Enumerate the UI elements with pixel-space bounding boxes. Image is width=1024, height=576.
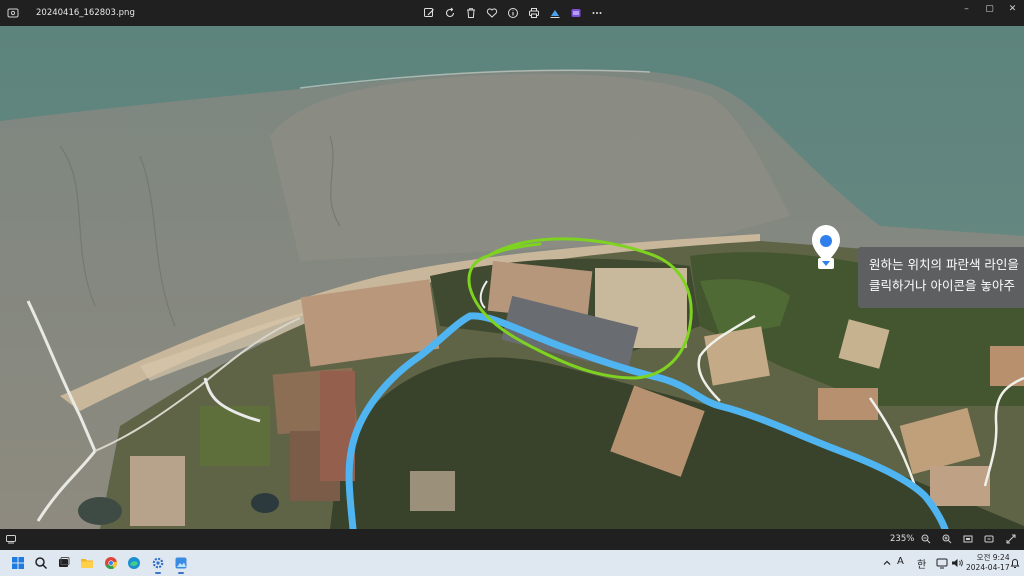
volume-icon[interactable] [948,554,966,572]
filmstrip-icon[interactable] [6,534,16,544]
photos-icon[interactable] [172,554,190,574]
start-icon[interactable] [9,554,27,572]
window-controls: – ▢ ✕ [955,0,1024,18]
file-explorer-icon[interactable] [78,554,96,572]
windows-taskbar: A 한 오전 9:24 2024-04-17 [0,550,1024,576]
clock-time: 오전 9:24 [976,553,1010,562]
close-button[interactable]: ✕ [1001,0,1024,18]
map-hint-tooltip: 원하는 위치의 파란색 라인을 클릭하거나 아이콘을 놓아주 [858,247,1024,308]
photos-app-icon [7,8,19,18]
search-icon[interactable] [32,554,50,572]
clock-date: 2024-04-17 [966,563,1010,572]
tooltip-line-2: 클릭하거나 아이콘을 놓아주 [869,278,1015,293]
input-mode-korean[interactable]: 한 [917,556,926,571]
photos-app-window: 20240416_162803.png – ▢ ✕ 원하는 위치의 파란색 라인… [0,0,1024,576]
fit-to-window-icon[interactable] [962,533,974,545]
rotate-icon[interactable] [439,4,460,22]
full-screen-icon[interactable] [1005,533,1017,545]
actual-size-icon[interactable] [983,533,995,545]
print-icon[interactable] [523,4,544,22]
edit-image-icon[interactable] [418,4,439,22]
tooltip-line-1: 원하는 위치의 파란색 라인을 [869,257,1019,272]
delete-icon[interactable] [460,4,481,22]
settings-icon[interactable] [149,554,167,574]
chevron-up-icon[interactable] [878,554,896,572]
chrome-icon[interactable] [102,554,120,572]
file-name: 20240416_162803.png [36,8,135,18]
zoom-out-icon[interactable] [920,533,932,545]
zoom-level[interactable]: 235% [890,534,914,544]
info-icon[interactable] [502,4,523,22]
status-bar: 235% [0,529,1024,550]
clipchamp-icon[interactable] [565,4,586,22]
favorite-icon[interactable] [481,4,502,22]
edge-icon[interactable] [125,554,143,572]
title-bar: 20240416_162803.png – ▢ ✕ [0,0,1024,26]
erase-icon[interactable] [544,4,565,22]
zoom-in-icon[interactable] [941,533,953,545]
notification-bell-icon[interactable] [1006,554,1024,572]
image-canvas[interactable]: 원하는 위치의 파란색 라인을 클릭하거나 아이콘을 놓아주 [0,26,1024,529]
minimize-button[interactable]: – [955,0,978,18]
system-clock[interactable]: 오전 9:24 2024-04-17 [966,553,1010,573]
input-mode-a[interactable]: A [897,556,904,567]
more-icon[interactable] [586,4,607,22]
image-toolbar [418,4,607,22]
maximize-button[interactable]: ▢ [978,0,1001,18]
task-view-icon[interactable] [55,554,73,572]
